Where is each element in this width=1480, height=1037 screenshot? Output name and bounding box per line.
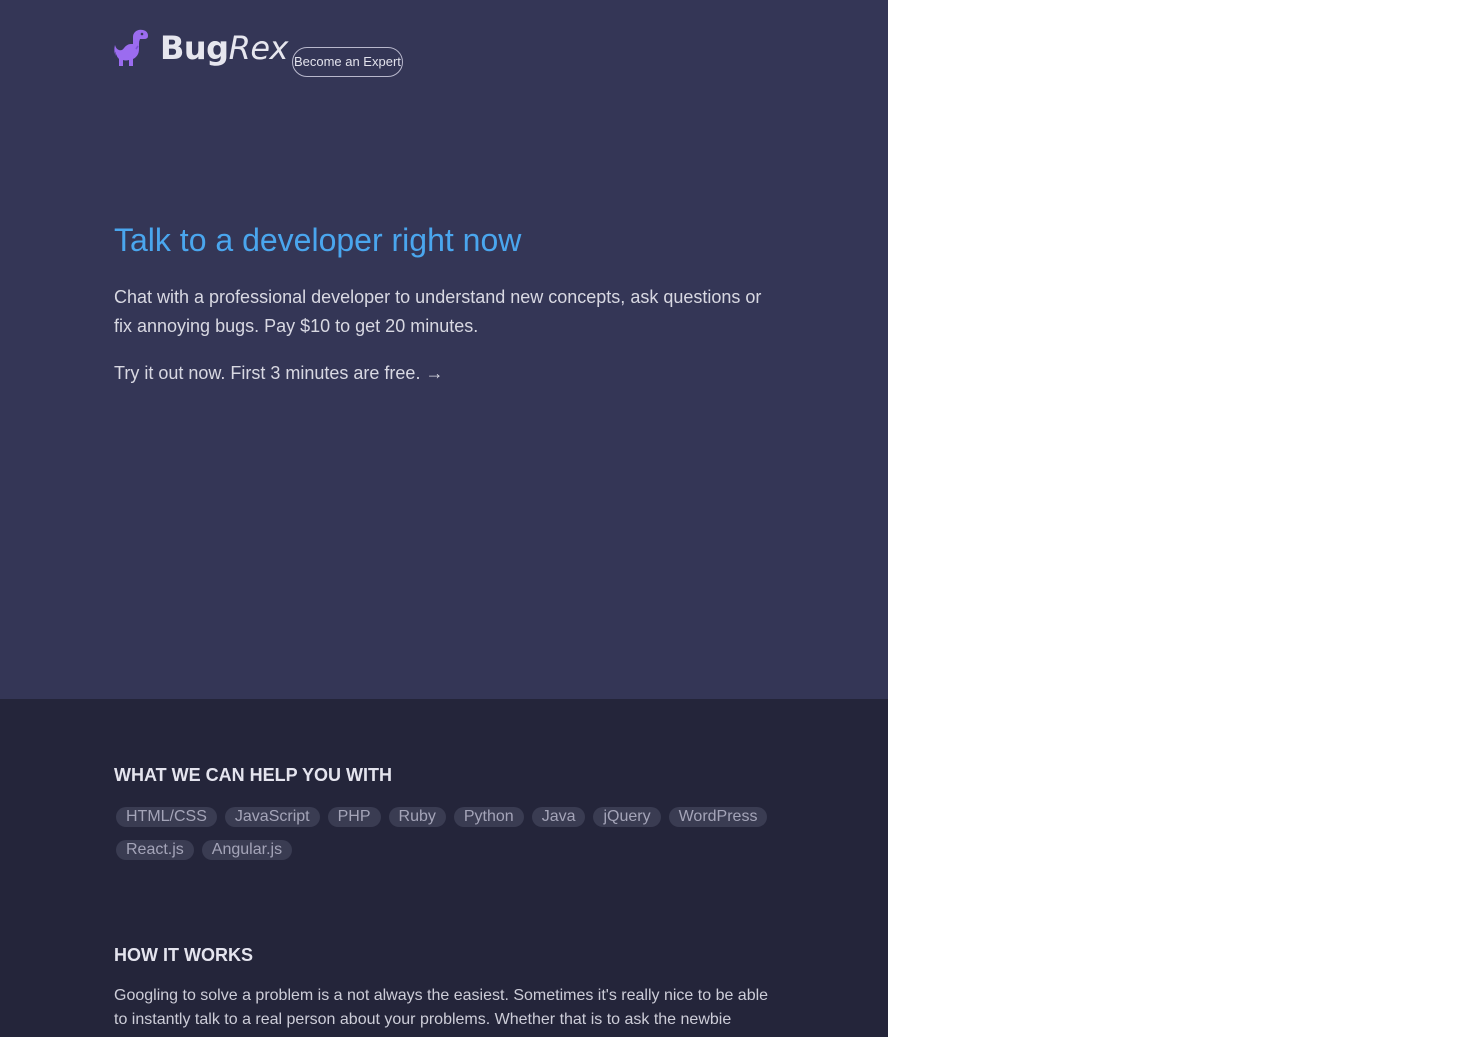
brand-name-rex: Rex xyxy=(228,29,289,67)
dinosaur-icon[interactable] xyxy=(114,29,148,67)
how-it-works-text: Googling to solve a problem is a not alw… xyxy=(114,987,769,1028)
hero-title: Talk to a developer right now xyxy=(114,222,522,258)
brand-name-bug: Bug xyxy=(160,29,229,67)
page: BugRex Become an Expert Talk to a develo… xyxy=(0,0,888,1037)
brand-name[interactable]: BugRex xyxy=(160,28,288,68)
tag-java: Java xyxy=(531,807,586,827)
how-it-works-title: HOW IT WORKS xyxy=(114,945,253,965)
help-section-title: WHAT WE CAN HELP YOU WITH xyxy=(114,765,392,785)
tag-list: HTML/CSS JavaScript PHP Ruby Python Java… xyxy=(116,807,796,860)
tag-wordpress: WordPress xyxy=(668,807,768,827)
hero-description: Chat with a professional developer to un… xyxy=(114,287,762,336)
tag-python: Python xyxy=(453,807,524,827)
try-it-link[interactable]: Try it out now. First 3 minutes are free… xyxy=(114,359,443,388)
tag-react: React.js xyxy=(116,840,194,860)
tag-html-css: HTML/CSS xyxy=(116,807,217,827)
header: BugRex Become an Expert xyxy=(114,28,403,77)
become-expert-button[interactable]: Become an Expert xyxy=(291,47,403,77)
hero-section: BugRex Become an Expert Talk to a develo… xyxy=(0,0,888,699)
tag-angular: Angular.js xyxy=(201,840,293,860)
tag-jquery: jQuery xyxy=(593,807,661,827)
tag-ruby: Ruby xyxy=(388,807,446,827)
tag-php: PHP xyxy=(327,807,381,827)
tag-javascript: JavaScript xyxy=(224,807,320,827)
